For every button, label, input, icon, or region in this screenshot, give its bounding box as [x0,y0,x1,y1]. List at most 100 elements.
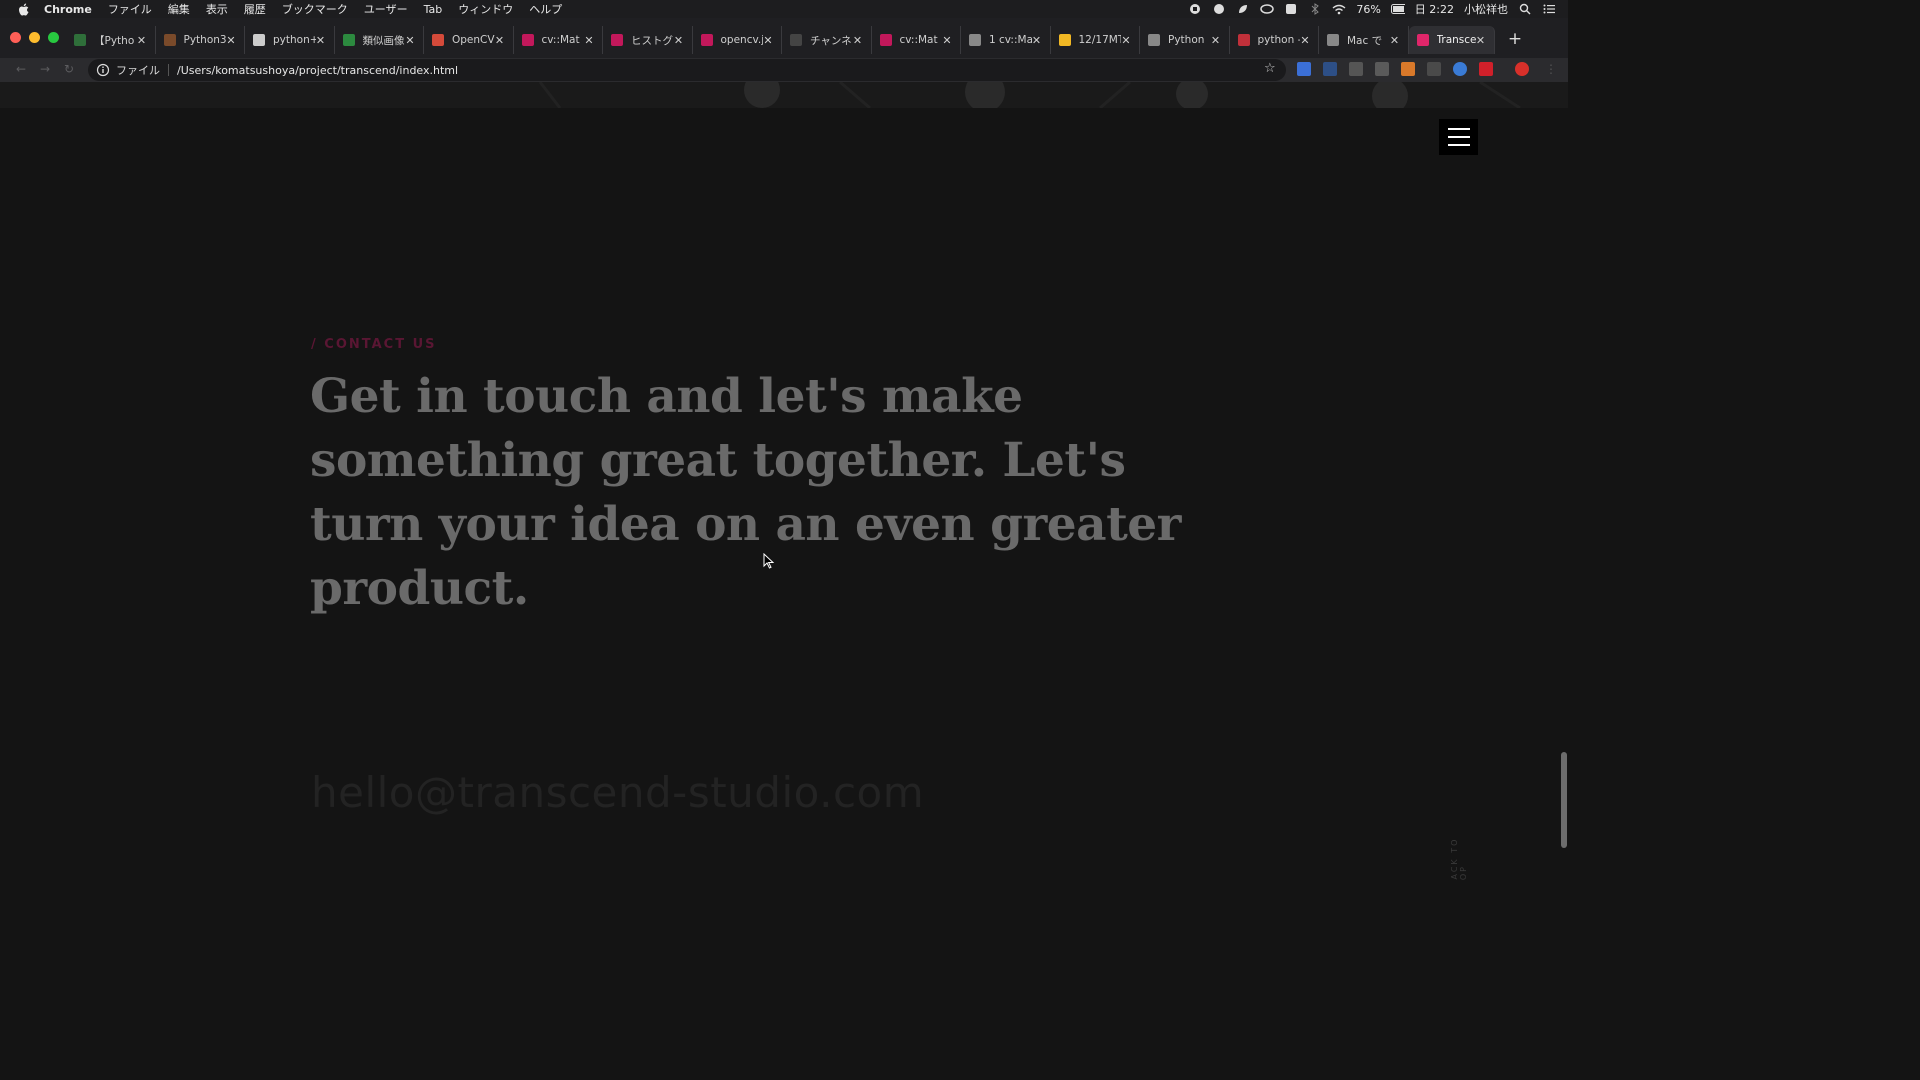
hamburger-line [1447,136,1470,138]
profile-avatar[interactable] [1515,62,1529,76]
tab-title: Mac で [1347,34,1383,47]
url-scheme-label: ファイル [116,64,160,77]
url-text[interactable]: /Users/komatsushoya/project/transcend/in… [177,64,458,77]
browser-tab[interactable]: opencv.j ✕ [693,26,782,54]
maximize-window-button[interactable] [48,32,59,43]
battery-icon[interactable] [1390,3,1405,15]
menu-user[interactable]: ユーザー [364,1,408,17]
browser-tab[interactable]: python - ✕ [1230,26,1319,54]
contact-email-link[interactable]: hello@transcend-studio.com [311,768,924,817]
screenshot-extension-icon[interactable] [1349,62,1363,76]
hamburger-line [1447,128,1470,130]
back-to-top-link[interactable]: BACK TO TOP [1450,827,1468,882]
grammarly-icon[interactable] [1212,3,1226,15]
close-tab-icon[interactable]: ✕ [1390,34,1400,47]
close-tab-icon[interactable]: ✕ [226,34,236,47]
browser-tab[interactable]: ヒストグ ✕ [603,26,693,54]
close-tab-icon[interactable]: ✕ [584,34,594,47]
page-viewport: / CONTACT US Get in touch and let's make… [0,82,1568,882]
close-tab-icon[interactable]: ✕ [1300,34,1310,47]
selenium-extension-icon[interactable] [1427,62,1441,76]
browser-tab-active[interactable]: Transce ✕ [1408,26,1495,54]
browser-tab[interactable]: 12/17MT ✕ [1051,26,1140,54]
chrome-menu-icon[interactable]: ⋮ [1544,62,1558,76]
qr-extension-icon[interactable] [1375,62,1389,76]
tab-title: Python [1168,34,1205,46]
tab-title: cv::Mat [541,34,580,46]
close-tab-icon[interactable]: ✕ [1476,34,1486,47]
reload-icon[interactable]: ↻ [62,62,76,76]
tab-list: 【Pytho ✕ Python3 ✕ python+ ✕ 類似画像 ✕ OpenCV ✕ … [66,26,1495,54]
leaf-icon[interactable] [1236,3,1250,15]
close-tab-icon[interactable]: ✕ [942,34,952,47]
record-icon[interactable] [1188,3,1202,15]
close-tab-icon[interactable]: ✕ [1121,34,1131,47]
hero-image-strip [0,82,1568,108]
menu-help[interactable]: ヘルプ [529,1,562,17]
browser-toolbar: ← → ↻ ファイル /Users/komatsushoya/project/t… [0,58,1568,82]
menubar-user[interactable]: 小松祥也 [1464,1,1508,17]
site-info-icon[interactable] [96,63,110,77]
metamask-extension-icon[interactable] [1401,62,1415,76]
forward-arrow-icon[interactable]: → [38,62,52,76]
close-tab-icon[interactable]: ✕ [674,34,684,47]
vpn-extension-icon[interactable] [1453,62,1467,76]
menu-app-name[interactable]: Chrome [44,3,92,16]
tab-favicon-icon [342,34,355,46]
browser-tab[interactable]: Python3 ✕ [156,26,245,54]
tab-favicon-icon [1148,34,1160,46]
menu-view[interactable]: 表示 [206,1,228,17]
tab-favicon-icon [521,34,534,46]
menu-edit[interactable]: 編集 [168,1,190,17]
close-tab-icon[interactable]: ✕ [495,34,505,47]
spotlight-search-icon[interactable] [1518,3,1532,15]
close-tab-icon[interactable]: ✕ [137,34,147,47]
browser-tab[interactable]: cv::Mat ✕ [514,26,603,54]
tab-title: Transce [1436,34,1476,46]
scrollbar-thumb[interactable] [1561,752,1567,848]
close-tab-icon[interactable]: ✕ [763,34,773,47]
browser-tab[interactable]: Python ✕ [1140,26,1230,54]
notification-center-icon[interactable] [1542,3,1556,15]
tab-title: 12/17MT [1078,34,1122,46]
menu-file[interactable]: ファイル [108,1,152,17]
close-tab-icon[interactable]: ✕ [1211,34,1221,47]
back-arrow-icon[interactable]: ← [14,62,28,76]
tab-title: python - [1257,34,1301,46]
wifi-icon[interactable] [1332,3,1346,15]
tab-favicon-icon [700,34,713,46]
browser-tab[interactable]: Mac で ✕ [1319,26,1409,54]
browser-tab[interactable]: 1 cv::Ma ✕ [961,26,1051,54]
tab-favicon-icon [969,34,981,46]
menu-bookmarks[interactable]: ブックマーク [282,1,348,17]
menubar-clock[interactable]: 日 2:22 [1415,1,1454,17]
dictionary-extension-icon[interactable] [1323,62,1337,76]
close-tab-icon[interactable]: ✕ [853,34,863,47]
address-bar[interactable]: ファイル /Users/komatsushoya/project/transce… [88,59,1286,81]
browser-tab[interactable]: 類似画像 ✕ [335,26,424,54]
minimize-window-button[interactable] [29,32,40,43]
input-method-icon[interactable] [1284,3,1298,15]
new-tab-button[interactable]: + [1506,30,1524,48]
youtube-extension-icon[interactable] [1479,62,1493,76]
apple-menu-icon[interactable] [16,2,30,16]
browser-tab[interactable]: OpenCV ✕ [424,26,514,54]
close-tab-icon[interactable]: ✕ [316,34,326,47]
translate-extension-icon[interactable] [1297,62,1311,76]
menu-window[interactable]: ウィンドウ [458,1,513,17]
bluetooth-icon[interactable] [1308,3,1322,15]
menu-tab[interactable]: Tab [424,3,443,16]
browser-tab[interactable]: 【Pytho ✕ [66,26,156,54]
menu-history[interactable]: 履歴 [244,1,266,17]
close-window-button[interactable] [10,32,21,43]
close-tab-icon[interactable]: ✕ [405,34,415,47]
bookmark-star-icon[interactable]: ☆ [1264,62,1278,76]
tab-favicon-icon [1058,34,1071,46]
browser-tab[interactable]: cv::Mat ✕ [872,26,961,54]
browser-tab[interactable]: python+ ✕ [245,26,335,54]
hamburger-menu-button[interactable] [1439,119,1478,155]
browser-tab[interactable]: チャンネ ✕ [782,26,872,54]
creative-cloud-icon[interactable] [1260,3,1275,15]
close-tab-icon[interactable]: ✕ [1032,34,1042,47]
battery-percent: 76% [1356,2,1381,16]
